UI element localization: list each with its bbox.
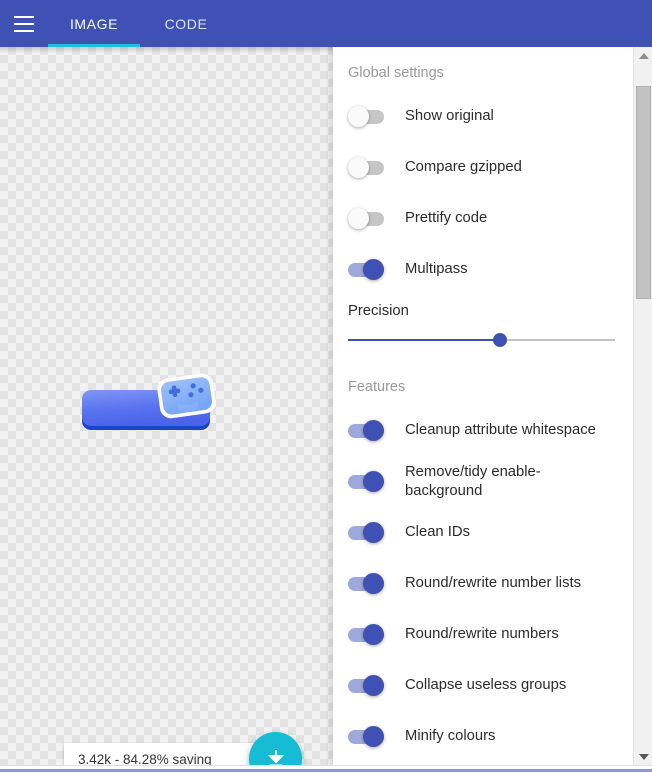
settings-scroll-content: Global settings Show original Compare gz… <box>333 47 633 762</box>
toggle-knob <box>348 105 369 127</box>
toggle-knob <box>363 623 384 645</box>
option-remove-tidy-enable-background[interactable]: Remove/tidy enable-background <box>348 456 619 507</box>
toggle-knob <box>363 725 384 747</box>
toggle-round-rewrite-numbers[interactable] <box>348 623 384 646</box>
canvas-top-shadow <box>0 47 333 53</box>
menu-bar-3 <box>14 29 34 32</box>
option-label: Prettify code <box>405 210 488 226</box>
option-multipass[interactable]: Multipass <box>348 244 619 295</box>
svgomg-app: IMAGE CODE 3.42k - 84.28% saving Global … <box>0 0 652 772</box>
page-scrollbar[interactable] <box>633 47 652 765</box>
tab-bar: IMAGE CODE <box>48 0 232 47</box>
option-minify-colours[interactable]: Minify colours <box>348 711 619 762</box>
top-app-bar: IMAGE CODE <box>0 0 652 47</box>
toggle-knob <box>363 521 384 543</box>
option-label: Cleanup attribute whitespace <box>405 422 596 438</box>
tab-code[interactable]: CODE <box>140 0 232 47</box>
settings-panel: Global settings Show original Compare gz… <box>333 47 633 765</box>
option-label: Multipass <box>405 261 468 277</box>
page-bottom-edge <box>0 765 652 772</box>
hamburger-menu-icon[interactable] <box>0 0 48 47</box>
scrollbar-thumb[interactable] <box>636 86 651 299</box>
precision-label: Precision <box>348 303 409 319</box>
filesize-badge: 3.42k - 84.28% saving <box>64 743 269 765</box>
option-label: Collapse useless groups <box>405 677 567 693</box>
tab-code-label: CODE <box>164 15 208 32</box>
toggle-clean-ids[interactable] <box>348 521 384 544</box>
filesize-text: 3.42k - 84.28% saving <box>78 752 212 765</box>
option-label: Compare gzipped <box>405 159 522 175</box>
download-button[interactable] <box>249 732 302 765</box>
features-title: Features <box>348 379 406 395</box>
toggle-round-rewrite-number-lists[interactable] <box>348 572 384 595</box>
toggle-show-original[interactable] <box>348 105 384 128</box>
option-label: Round/rewrite number lists <box>405 575 581 591</box>
toggle-knob <box>348 156 369 178</box>
toggle-minify-colours[interactable] <box>348 725 384 748</box>
precision-slider[interactable] <box>348 333 615 347</box>
scroll-up-arrow-icon[interactable] <box>634 47 652 64</box>
option-round-rewrite-numbers[interactable]: Round/rewrite numbers <box>348 609 619 660</box>
tab-image[interactable]: IMAGE <box>48 0 140 47</box>
image-preview-canvas[interactable]: 3.42k - 84.28% saving <box>0 47 333 765</box>
option-label: Remove/tidy enable-background <box>405 463 541 499</box>
toggle-knob <box>363 419 384 441</box>
option-label: Show original <box>405 108 494 124</box>
option-label: Round/rewrite numbers <box>405 626 559 642</box>
toggle-prettify-code[interactable] <box>348 207 384 230</box>
option-collapse-useless-groups[interactable]: Collapse useless groups <box>348 660 619 711</box>
tab-image-label: IMAGE <box>69 15 119 32</box>
option-cleanup-attribute-whitespace[interactable]: Cleanup attribute whitespace <box>348 405 619 456</box>
slider-thumb[interactable] <box>493 333 508 347</box>
global-settings-title: Global settings <box>348 65 444 81</box>
toggle-knob <box>348 207 369 229</box>
option-prettify-code[interactable]: Prettify code <box>348 193 619 244</box>
option-clean-ids[interactable]: Clean IDs <box>348 507 619 558</box>
scroll-down-arrow-icon[interactable] <box>634 748 652 765</box>
toggle-collapse-useless-groups[interactable] <box>348 674 384 697</box>
svg-artwork <box>76 372 221 442</box>
toggle-remove-tidy-enable-background[interactable] <box>348 470 384 493</box>
toggle-knob <box>363 674 384 696</box>
toggle-knob <box>363 470 384 492</box>
option-round-rewrite-number-lists[interactable]: Round/rewrite number lists <box>348 558 619 609</box>
toggle-knob <box>363 572 384 594</box>
menu-bar-2 <box>14 22 34 25</box>
download-icon <box>267 749 284 765</box>
toggle-knob <box>363 258 384 280</box>
precision-slider-block: Precision <box>348 295 619 361</box>
toggle-compare-gzipped[interactable] <box>348 156 384 179</box>
option-compare-gzipped[interactable]: Compare gzipped <box>348 142 619 193</box>
option-label: Minify colours <box>405 728 496 744</box>
option-show-original[interactable]: Show original <box>348 91 619 142</box>
option-label: Clean IDs <box>405 524 470 540</box>
menu-bar-1 <box>14 15 34 18</box>
toggle-cleanup-attribute-whitespace[interactable] <box>348 419 384 442</box>
slider-fill <box>348 339 501 341</box>
toggle-multipass[interactable] <box>348 258 384 281</box>
